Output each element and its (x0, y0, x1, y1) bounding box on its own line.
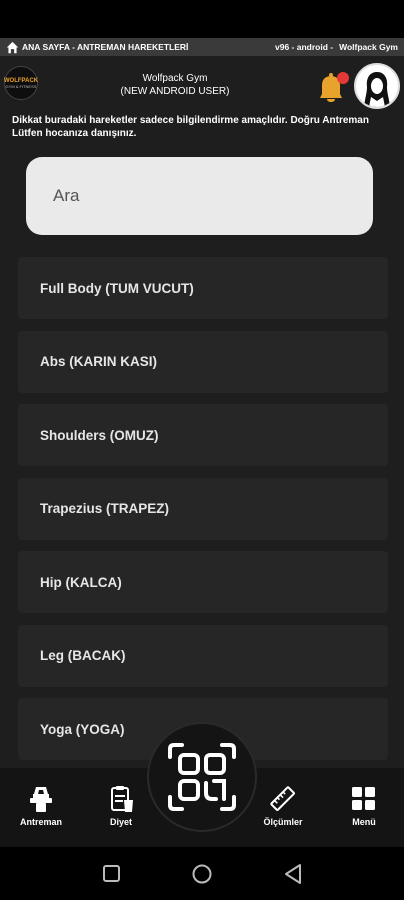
version-label: v96 - android - (275, 42, 334, 52)
ruler-icon (270, 786, 295, 811)
category-item-hip[interactable]: Hip (KALCA) (18, 551, 388, 613)
category-item-abs[interactable]: Abs (KARIN KASI) (18, 330, 388, 393)
system-navigation-bar (0, 847, 404, 900)
nav-olcumler[interactable]: Ölçümler (253, 784, 313, 827)
category-list: Full Body (TUM VUCUT) Abs (KARIN KASI) S… (18, 257, 388, 772)
qr-code-icon (168, 743, 236, 811)
user-silhouette-icon (364, 72, 390, 107)
nav-antreman[interactable]: Antreman (11, 784, 71, 827)
nav-label-menu: Menü (352, 817, 376, 827)
nav-menu[interactable]: Menü (334, 784, 394, 827)
recents-icon[interactable] (103, 865, 120, 882)
home-icon[interactable] (6, 41, 19, 54)
gym-logo: WOLFPACK GYM & FITNESS (4, 66, 38, 100)
back-icon[interactable] (285, 864, 301, 884)
nav-label-antreman: Antreman (19, 817, 62, 827)
nav-diyet[interactable]: Diyet (91, 784, 151, 827)
breadcrumb: ANA SAYFA - ANTREMAN HAREKETLERİ (22, 42, 189, 52)
category-item-shoulders[interactable]: Shoulders (OMUZ) (18, 404, 388, 466)
home-system-icon[interactable] (192, 864, 212, 884)
category-item-full-body[interactable]: Full Body (TUM VUCUT) (18, 257, 388, 319)
disclaimer-text: Dikkat buradaki hareketler sadece bilgil… (12, 115, 369, 139)
gym-name: Wolfpack Gym (142, 73, 208, 84)
kettlebell-icon (30, 787, 52, 812)
search-input[interactable] (53, 186, 333, 206)
search-box[interactable] (26, 157, 373, 235)
gym-label: Wolfpack Gym (339, 42, 398, 52)
top-bar: ANA SAYFA - ANTREMAN HAREKETLERİ v96 - a… (0, 38, 404, 56)
avatar[interactable] (354, 63, 400, 109)
user-type: (NEW ANDROID USER) (120, 86, 230, 97)
category-item-leg[interactable]: Leg (BACAK) (18, 624, 388, 687)
page-title: Wolfpack Gym (NEW ANDROID USER) (100, 72, 250, 98)
grid-menu-icon (352, 787, 375, 810)
nav-label-olcumler: Ölçümler (263, 817, 303, 827)
qr-scan-button[interactable] (147, 722, 257, 832)
header: WOLFPACK GYM & FITNESS Wolfpack Gym (NEW… (0, 56, 404, 116)
notification-bell-icon[interactable] (312, 70, 352, 106)
nav-label-diyet: Diyet (109, 817, 132, 827)
diet-clipboard-icon (111, 786, 133, 812)
status-bar (0, 0, 404, 38)
category-item-trapezius[interactable]: Trapezius (TRAPEZ) (18, 477, 388, 540)
